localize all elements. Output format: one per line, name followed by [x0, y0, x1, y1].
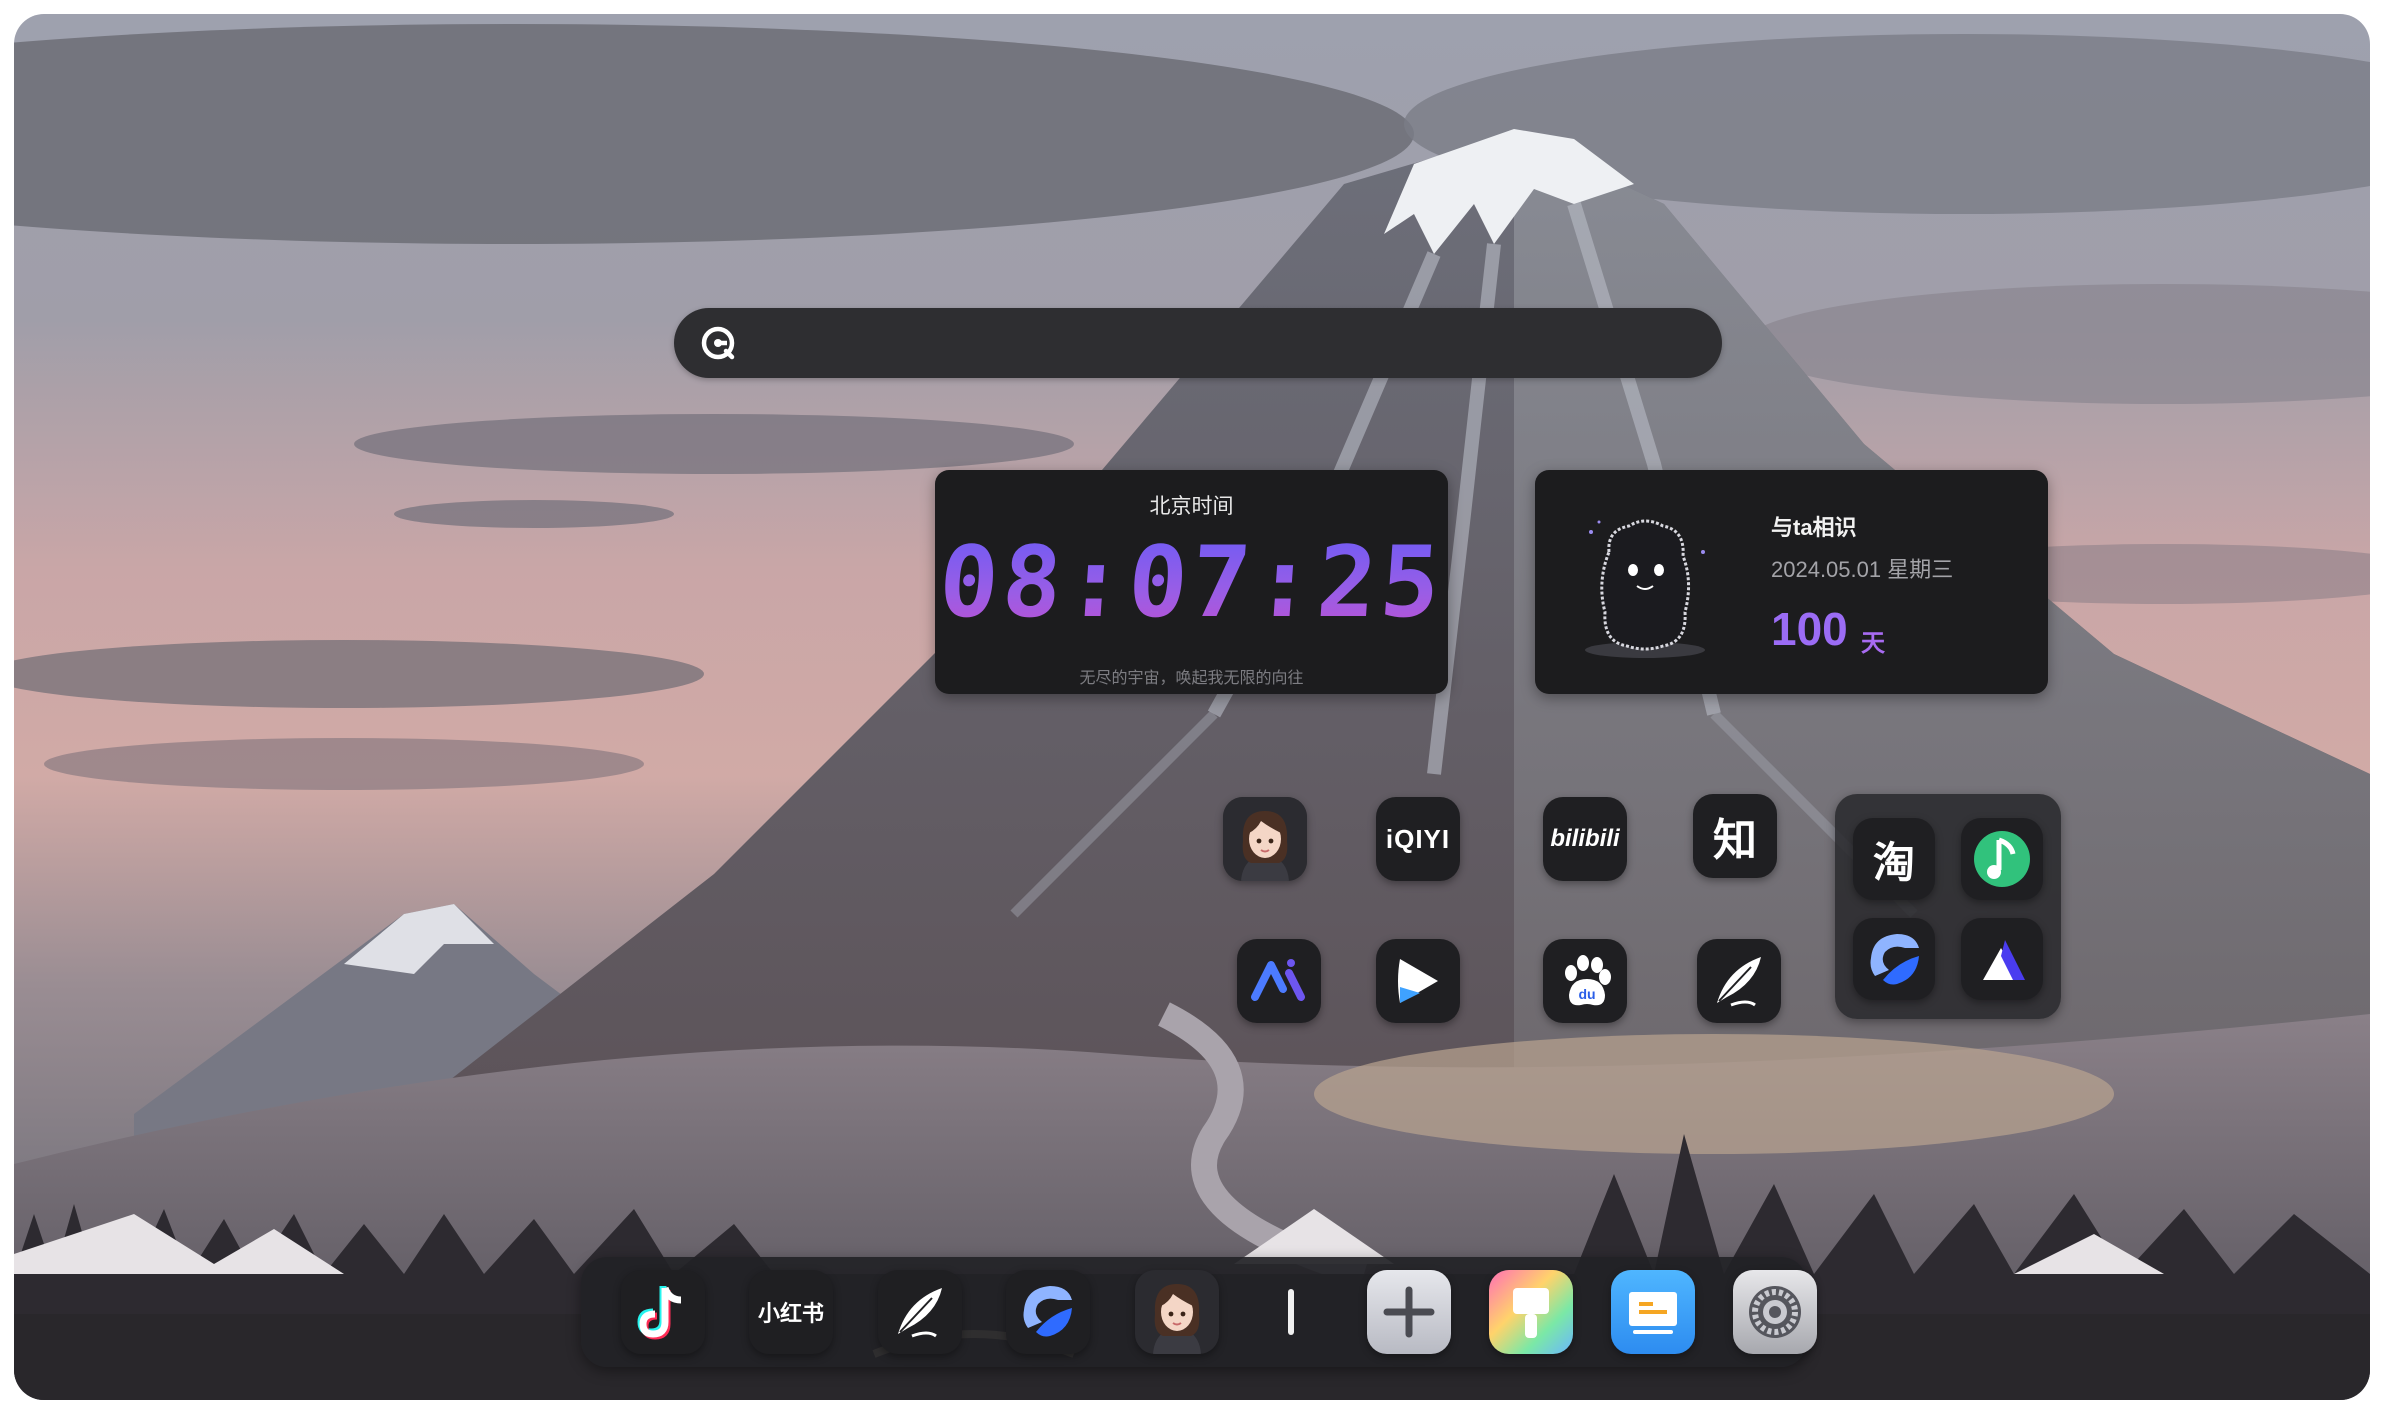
avatar-app-icon[interactable]: [1223, 797, 1307, 881]
feather-icon: [1717, 957, 1761, 1007]
blue-bird-app-icon[interactable]: [1853, 918, 1935, 1000]
video-play-app-icon[interactable]: [1376, 939, 1460, 1023]
anniversary-day-count: 100: [1771, 603, 1848, 655]
anniversary-date: 2024.05.01 星期三: [1771, 557, 1954, 582]
baidu-app-icon[interactable]: du: [1543, 939, 1627, 1023]
paint-brush-icon: [1513, 1288, 1549, 1338]
zhihu-app-icon[interactable]: 知: [1693, 794, 1777, 878]
app-folder[interactable]: 淘: [1835, 794, 2061, 1019]
girl-avatar-icon: [1223, 797, 1307, 881]
clock-title: 北京时间: [1149, 495, 1234, 518]
music-note-icon: [1974, 831, 2030, 887]
taobao-label: 淘: [1872, 837, 1915, 887]
bilibili-label: bilibili: [1550, 825, 1620, 852]
bilibili-app-icon[interactable]: bilibili: [1543, 797, 1627, 881]
slides-icon: [1629, 1292, 1677, 1334]
search-input[interactable]: [754, 308, 1698, 380]
dock: 小红书: [581, 1257, 1817, 1367]
avatar-dock-icon[interactable]: [1135, 1270, 1219, 1354]
iqiyi-label: iQIYI: [1385, 823, 1451, 854]
iqiyi-app-icon[interactable]: iQIYI: [1376, 797, 1460, 881]
anniversary-widget[interactable]: 与ta相识 2024.05.01 星期三 100 天: [1535, 470, 2048, 694]
fluffy-mascot-icon: [1585, 519, 1705, 658]
ai-app-icon[interactable]: [1237, 939, 1321, 1023]
theme-brush-app-icon[interactable]: [1489, 1270, 1573, 1354]
tiktok-app-icon[interactable]: [621, 1270, 705, 1354]
blue-bird-icon: [1870, 934, 1919, 985]
tiktok-note-icon: [637, 1286, 682, 1340]
blue-bird-icon: [1023, 1286, 1072, 1337]
clock-subtitle: 无尽的宇宙，唤起我无限的向往: [1079, 670, 1304, 687]
anniversary-title: 与ta相识: [1771, 515, 1857, 540]
clock-time: 08:07:25: [931, 526, 1452, 640]
play-arrow-icon: [1398, 959, 1438, 1003]
triangle-logo-icon: [1983, 940, 2025, 980]
ai-logo-icon: [1251, 959, 1305, 1001]
blue-bird-dock-icon[interactable]: [1006, 1270, 1090, 1354]
xiaohongshu-app-icon[interactable]: 小红书: [749, 1270, 833, 1354]
feather-icon: [898, 1288, 942, 1338]
svg-text:du: du: [1578, 986, 1595, 1002]
zhihu-label: 知: [1713, 815, 1757, 866]
mountain-wallpaper: [14, 24, 2370, 1400]
dock-divider: [1288, 1289, 1294, 1335]
settings-app-icon[interactable]: [1733, 1270, 1817, 1354]
feather-app-icon[interactable]: [1697, 939, 1781, 1023]
slides-app-icon[interactable]: [1611, 1270, 1695, 1354]
gear-icon: [1749, 1286, 1801, 1338]
baidu-paw-icon: du: [1565, 955, 1611, 1006]
qq-music-app-icon[interactable]: [1961, 818, 2043, 900]
xiaohongshu-label: 小红书: [757, 1302, 824, 1327]
anniversary-day-unit: 天: [1861, 630, 1885, 657]
search-bar[interactable]: [674, 308, 1722, 380]
desktop: 北京时间 08:07:25 无尽的宇宙，唤起我无限的向往 与ta相识 2024.…: [14, 14, 2370, 1400]
add-app-button[interactable]: [1367, 1270, 1451, 1354]
taobao-app-icon[interactable]: 淘: [1853, 818, 1935, 900]
girl-avatar-icon: [1153, 1284, 1201, 1354]
feather-dock-icon[interactable]: [878, 1270, 962, 1354]
search-logo-icon[interactable]: [698, 323, 738, 363]
triangle-app-icon[interactable]: [1961, 918, 2043, 1000]
plus-icon: [1383, 1286, 1435, 1338]
clock-widget[interactable]: 北京时间 08:07:25 无尽的宇宙，唤起我无限的向往: [935, 470, 1448, 694]
